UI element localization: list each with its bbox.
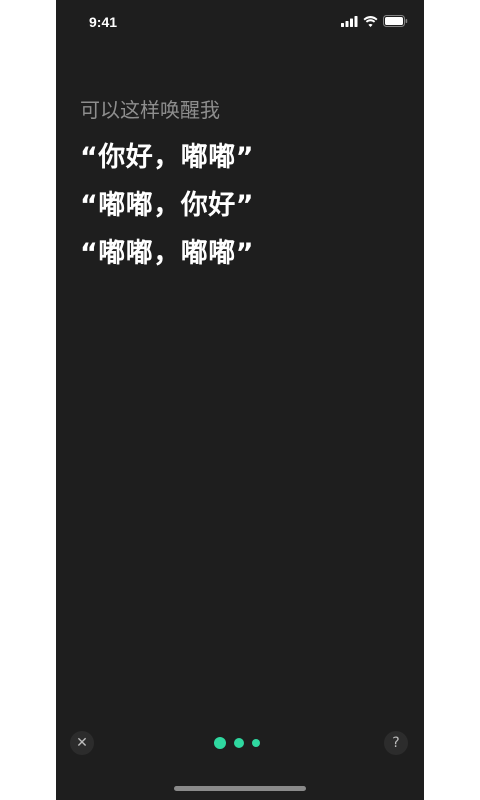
wifi-icon [363,15,378,27]
wake-phrase-1: “你好，嘟嘟” [80,142,254,173]
wake-hint-text: 可以这样唤醒我 [80,98,220,122]
status-time: 9:41 [89,14,118,30]
close-button[interactable]: ✕ [70,731,94,755]
close-icon: ✕ [76,735,88,751]
screen: 9:41 可以这样唤醒我 “你好，嘟嘟” “嘟嘟，你好” “嘟嘟，嘟嘟” ✕ ? [56,0,424,800]
page-indicator [214,737,260,749]
help-icon: ? [392,735,400,751]
status-icons [341,15,408,27]
bottom-bar: ✕ ? [56,728,424,760]
wake-word-section: 可以这样唤醒我 “你好，嘟嘟” “嘟嘟，你好” “嘟嘟，嘟嘟” [80,96,400,278]
help-button[interactable]: ? [384,731,408,755]
page-dot-2 [234,738,244,748]
signal-icon [341,15,358,27]
wake-phrase-2: “嘟嘟，你好” [80,190,254,221]
page-dot-1 [214,737,226,749]
page-dot-3 [252,739,260,747]
home-indicator[interactable] [174,786,306,791]
battery-icon [383,15,408,27]
status-bar: 9:41 [56,0,424,44]
wake-phrase-3: “嘟嘟，嘟嘟” [80,238,254,269]
